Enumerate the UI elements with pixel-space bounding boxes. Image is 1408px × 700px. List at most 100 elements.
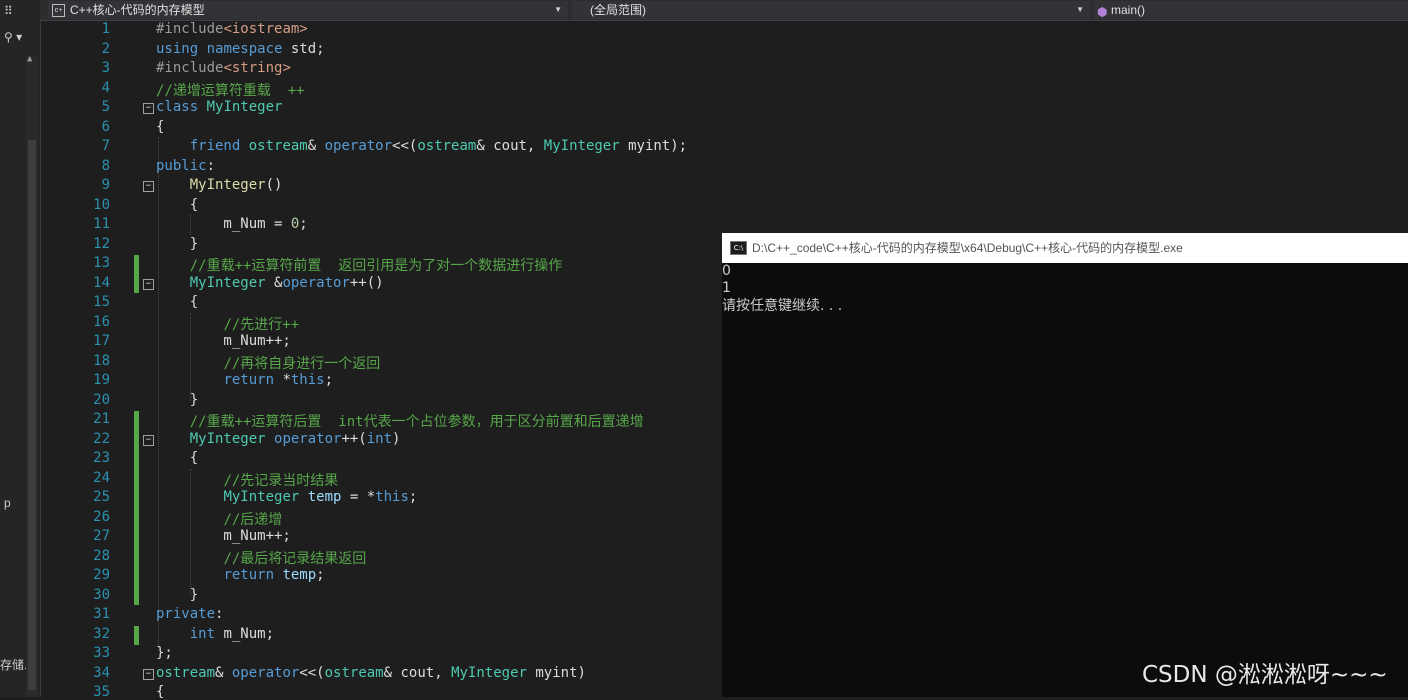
code-token: #include	[156, 60, 224, 76]
code-token: = *	[341, 489, 376, 505]
code-line[interactable]: {	[156, 119, 164, 135]
code-token: ostream	[324, 664, 384, 681]
collapse-icon[interactable]: −	[143, 435, 154, 446]
code-line[interactable]: return *this;	[156, 372, 333, 388]
code-line[interactable]: m_Num++;	[156, 528, 290, 544]
code-token: <string>	[223, 60, 291, 76]
code-line[interactable]: MyInteger temp = *this;	[156, 489, 417, 505]
code-line[interactable]: }	[156, 236, 198, 252]
line-number: 34	[93, 664, 110, 681]
code-token: m_Num++;	[156, 333, 291, 349]
code-line[interactable]: #include<string>	[156, 60, 291, 76]
line-number: 26	[93, 508, 110, 525]
code-line[interactable]: //后递增	[156, 509, 282, 529]
code-line[interactable]: //再将自身进行一个返回	[156, 353, 380, 373]
code-token: ++()	[349, 274, 384, 291]
code-line[interactable]: m_Num++;	[156, 333, 291, 349]
line-number: 5	[101, 99, 110, 115]
code-line[interactable]: }	[156, 392, 198, 408]
line-number: 19	[93, 372, 110, 388]
code-token: //再将自身进行一个返回	[223, 355, 381, 372]
code-token: &	[215, 664, 232, 681]
code-line[interactable]: class MyInteger	[156, 99, 282, 115]
console-title: D:\C++_code\C++核心-代码的内存模型\x64\Debug\C++核…	[752, 241, 1183, 255]
code-token: operator	[274, 430, 342, 447]
line-number: 33	[93, 645, 110, 661]
line-number: 16	[93, 313, 110, 330]
code-token: public	[156, 157, 207, 174]
line-number: 35	[93, 684, 110, 700]
code-token: <iostream>	[223, 21, 308, 37]
code-line[interactable]: {	[156, 450, 198, 466]
line-number: 23	[93, 450, 110, 466]
collapse-icon[interactable]: −	[143, 103, 154, 114]
collapse-icon[interactable]: −	[143, 669, 154, 680]
code-token: this	[375, 489, 409, 505]
collapse-icon[interactable]: −	[143, 181, 154, 192]
code-line[interactable]: #include<iostream>	[156, 21, 308, 37]
change-indicator	[134, 255, 139, 293]
code-line[interactable]: //递增运算符重载 ++	[156, 80, 305, 100]
code-token: m_Num;	[215, 625, 275, 642]
code-token: //后递增	[223, 511, 283, 528]
code-line[interactable]: {	[156, 684, 164, 700]
code-token: ()	[265, 177, 283, 193]
code-line[interactable]: return temp;	[156, 567, 325, 583]
line-number: 1	[101, 21, 110, 37]
line-number: 8	[101, 157, 110, 174]
code-token: *	[274, 372, 291, 388]
code-line[interactable]: }	[156, 587, 198, 603]
code-line[interactable]: ostream& operator<<(ostream& cout, MyInt…	[156, 665, 586, 681]
code-token: temp	[307, 489, 342, 505]
code-line[interactable]: private:	[156, 606, 223, 622]
code-token: operator	[282, 274, 350, 291]
code-line[interactable]: friend ostream& operator<<(ostream& cout…	[156, 138, 687, 154]
code-token: &	[307, 138, 325, 154]
code-token: ;	[299, 216, 308, 232]
code-line[interactable]: {	[156, 294, 198, 310]
line-number: 29	[93, 567, 110, 583]
line-number: 24	[93, 469, 110, 486]
code-line[interactable]: //先记录当时结果	[156, 470, 338, 490]
code-token: //最后将记录结果返回	[223, 550, 367, 567]
code-token: :	[215, 606, 224, 622]
code-token: ;	[316, 567, 325, 583]
collapse-icon[interactable]: −	[143, 279, 154, 290]
line-number: 22	[93, 430, 110, 447]
console-output-line: 请按任意键继续. . .	[722, 298, 843, 314]
code-line[interactable]: //先进行++	[156, 314, 299, 334]
code-line[interactable]: {	[156, 197, 198, 213]
line-number: 28	[93, 547, 110, 564]
code-line[interactable]: MyInteger operator++(int)	[156, 430, 401, 447]
code-token: using	[156, 40, 199, 57]
console-window[interactable]: C:\ D:\C++_code\C++核心-代码的内存模型\x64\Debug\…	[722, 233, 1408, 697]
code-token: )	[392, 430, 401, 447]
line-number: 25	[93, 489, 110, 505]
code-token: &	[265, 274, 283, 291]
code-token: class	[156, 99, 199, 115]
code-line[interactable]: //重载++运算符后置 int代表一个占位参数，用于区分前置和后置递增	[156, 411, 644, 431]
code-token: {	[156, 118, 165, 135]
code-line[interactable]: //最后将记录结果返回	[156, 548, 366, 568]
code-line[interactable]: using namespace std;	[156, 41, 325, 57]
code-line[interactable]: };	[156, 645, 173, 661]
code-line[interactable]: //重载++运算符前置 返回引用是为了对一个数据进行操作	[156, 255, 563, 275]
code-line[interactable]: MyInteger &operator++()	[156, 275, 384, 291]
code-line[interactable]: public:	[156, 158, 215, 174]
code-token: }	[156, 391, 199, 408]
code-token: {	[156, 196, 199, 213]
code-line[interactable]: MyInteger()	[156, 177, 283, 193]
code-line[interactable]: m_Num = 0;	[156, 216, 308, 232]
code-line[interactable]: int m_Num;	[156, 626, 274, 642]
code-token: {	[156, 684, 165, 700]
line-number: 15	[93, 294, 110, 310]
console-title-bar[interactable]: C:\ D:\C++_code\C++核心-代码的内存模型\x64\Debug\…	[722, 233, 1408, 263]
console-output-line: 1	[722, 280, 731, 296]
